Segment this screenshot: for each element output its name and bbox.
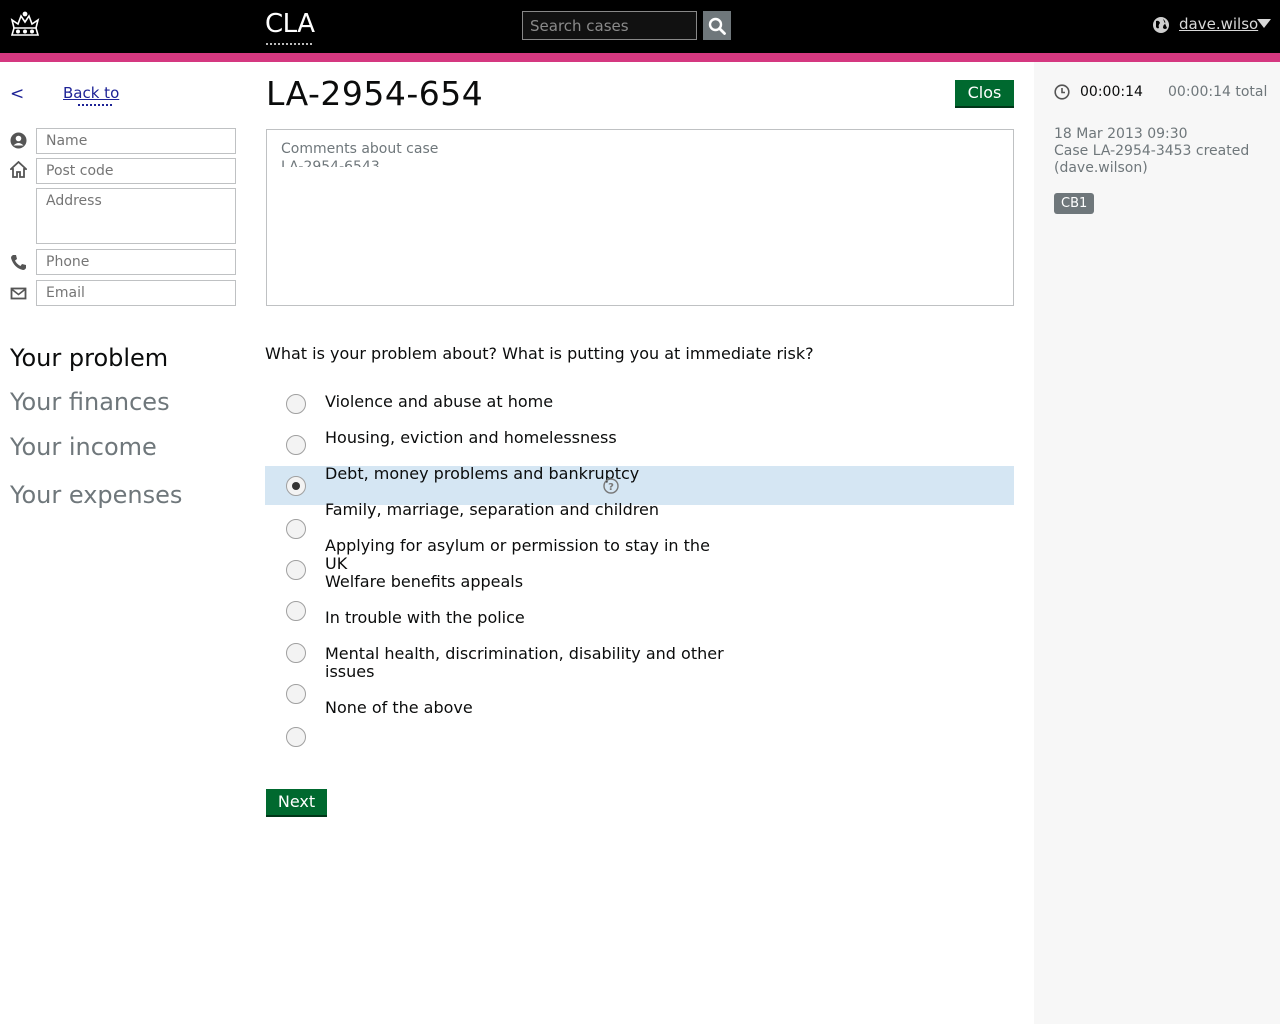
comments-placeholder: Comments about case xyxy=(281,141,439,157)
radio-housing[interactable] xyxy=(286,435,306,455)
back-link[interactable]: Back to xyxy=(63,84,119,102)
back-link-underline xyxy=(78,104,112,106)
postcode-field[interactable] xyxy=(36,158,236,184)
user-menu-link[interactable]: dave.wilso xyxy=(1179,15,1258,33)
home-icon xyxy=(10,161,27,178)
radio-welfare-benefits[interactable] xyxy=(286,601,306,621)
log-event: Case LA-2954-3453 created xyxy=(1054,143,1250,159)
radio-police[interactable] xyxy=(286,643,306,663)
mail-icon xyxy=(10,287,27,300)
radio-violence-abuse[interactable] xyxy=(286,394,306,414)
phone-field[interactable] xyxy=(36,249,236,275)
option-label[interactable]: Debt, money problems and bankruptcy xyxy=(325,465,735,483)
radio-family[interactable] xyxy=(286,519,306,539)
nav-item-your-expenses[interactable]: Your expenses xyxy=(10,481,182,509)
close-case-button[interactable]: Clos xyxy=(955,80,1014,106)
nav-item-your-problem[interactable]: Your problem xyxy=(10,344,168,372)
search-icon xyxy=(708,17,726,35)
option-label[interactable]: Welfare benefits appeals xyxy=(325,573,735,591)
app-title-underline xyxy=(266,42,312,45)
back-arrow-icon[interactable]: < xyxy=(10,84,24,104)
option-label[interactable]: None of the above xyxy=(325,699,735,717)
crown-icon[interactable] xyxy=(9,11,41,39)
option-label[interactable]: In trouble with the police xyxy=(325,609,735,627)
radio-mental-health[interactable] xyxy=(286,684,306,704)
case-timer-total: 00:00:14 total xyxy=(1168,84,1268,100)
name-field[interactable] xyxy=(36,128,236,154)
address-field[interactable] xyxy=(36,188,236,244)
case-timer: 00:00:14 xyxy=(1080,84,1143,100)
radio-asylum[interactable] xyxy=(286,560,306,580)
option-label[interactable]: Violence and abuse at home xyxy=(325,393,735,411)
option-label[interactable]: Applying for asylum or permission to sta… xyxy=(325,537,735,573)
question-label: What is your problem about? What is putt… xyxy=(265,344,814,363)
case-title: LA-2954-654 xyxy=(266,74,484,113)
category-tag: CB1 xyxy=(1054,193,1095,214)
log-user: (dave.wilson) xyxy=(1054,160,1148,176)
option-label[interactable]: Mental health, discrimination, disabilit… xyxy=(325,645,735,681)
log-date: 18 Mar 2013 09:30 xyxy=(1054,126,1188,142)
accent-bar xyxy=(0,53,1280,62)
person-icon xyxy=(10,132,27,149)
nav-item-your-finances[interactable]: Your finances xyxy=(10,388,170,416)
globe-icon xyxy=(1153,17,1169,33)
next-button[interactable]: Next xyxy=(266,789,327,815)
svg-text:?: ? xyxy=(608,482,614,493)
option-label[interactable]: Family, marriage, separation and childre… xyxy=(325,501,735,519)
radio-debt[interactable] xyxy=(286,476,306,496)
case-log-entry: 18 Mar 2013 09:30 Case LA-2954-3453 crea… xyxy=(1054,126,1249,177)
chevron-down-icon[interactable] xyxy=(1257,19,1271,28)
app-title[interactable]: CLA xyxy=(265,9,315,39)
phone-icon xyxy=(11,255,26,270)
search-button[interactable] xyxy=(703,11,731,40)
option-label[interactable]: Housing, eviction and homelessness xyxy=(325,429,735,447)
clock-icon xyxy=(1054,84,1070,100)
comments-text: LA-2954-6543 xyxy=(281,159,380,167)
email-field[interactable] xyxy=(36,280,236,306)
radio-none[interactable] xyxy=(286,727,306,747)
help-icon[interactable]: ? xyxy=(603,478,619,494)
search-input[interactable] xyxy=(522,11,697,40)
comments-textarea[interactable]: Comments about case LA-2954-6543 xyxy=(266,129,1014,306)
nav-item-your-income[interactable]: Your income xyxy=(10,433,157,461)
